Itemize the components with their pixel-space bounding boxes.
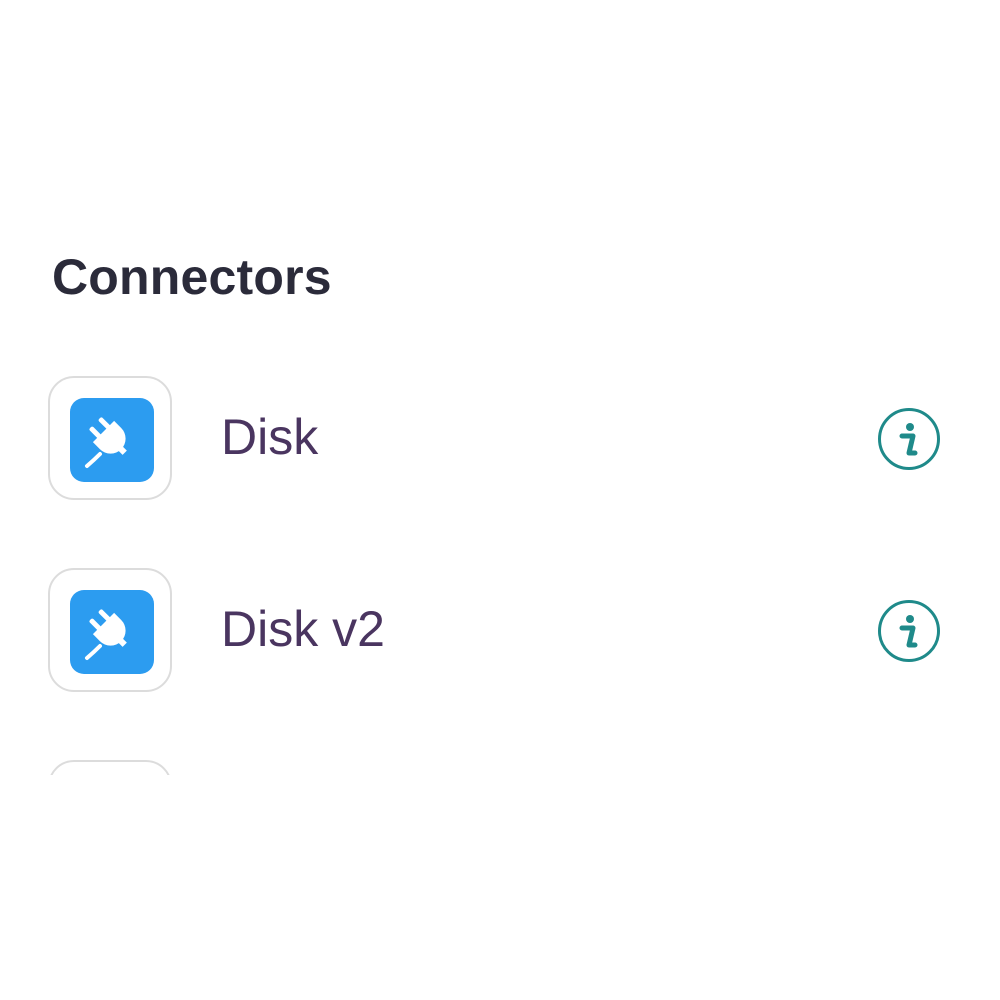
connector-item-partial[interactable]	[48, 760, 948, 775]
connector-icon-frame	[48, 568, 172, 692]
info-icon[interactable]	[878, 600, 940, 662]
info-icon[interactable]	[878, 408, 940, 470]
connector-label: Disk	[221, 409, 319, 465]
connector-list: Disk Disk v2	[0, 0, 1000, 775]
connector-item-disk-v2[interactable]: Disk v2	[48, 568, 948, 696]
connectors-panel: Connectors Disk Disk v2	[0, 0, 1000, 1000]
connector-icon-frame	[48, 760, 172, 775]
connector-label: Disk v2	[221, 601, 385, 657]
plug-icon	[70, 398, 154, 482]
connector-item-disk[interactable]: Disk	[48, 376, 948, 504]
plug-icon	[70, 590, 154, 674]
connector-icon-frame	[48, 376, 172, 500]
